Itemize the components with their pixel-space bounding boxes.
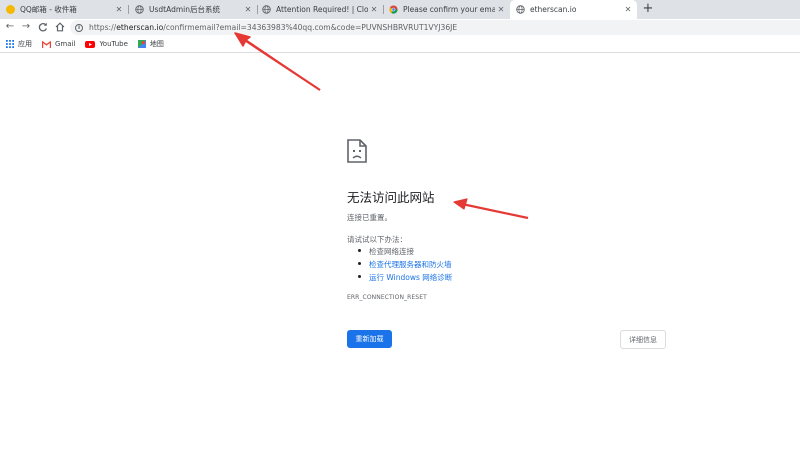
globe-icon [262,5,271,14]
url-host: etherscan.io [116,23,164,32]
back-button[interactable]: ← [3,20,17,34]
close-icon[interactable]: ✕ [113,5,125,14]
suggestion-check-proxy-link[interactable]: 检查代理服务器和防火墙 [358,259,452,270]
close-icon[interactable]: ✕ [495,5,507,14]
annotation-arrows [234,32,529,220]
sad-page-icon [347,139,367,163]
bookmark-label: 应用 [18,40,32,48]
details-button[interactable]: 详细信息 [620,330,666,349]
tab-cloudflare[interactable]: Attention Required! | Cloudflare ✕ [256,0,383,19]
forward-button[interactable]: → [19,20,33,34]
address-bar[interactable]: i https://etherscan.io/confirmemail?emai… [70,20,800,35]
close-icon[interactable]: ✕ [242,5,254,14]
bullet [358,275,361,278]
error-code: ERR_CONNECTION_RESET [347,294,427,301]
info-icon[interactable]: i [75,23,83,32]
suggestion-text[interactable]: 运行 Windows 网络诊断 [369,273,452,282]
suggestion-text: 检查网络连接 [369,247,414,256]
reload-icon[interactable] [36,20,50,34]
apps-grid-icon [6,40,14,48]
tab-title: Please confirm your email [Ether [403,5,495,14]
url-path: /confirmemail?email=34363983%40qq.com&co… [163,23,458,32]
suggestion-text[interactable]: 检查代理服务器和防火墙 [369,260,452,269]
suggestion-windows-diagnostics-link[interactable]: 运行 Windows 网络诊断 [358,272,452,283]
tab-etherscan[interactable]: etherscan.io ✕ [510,0,637,19]
home-icon[interactable] [53,20,67,34]
bookmark-youtube[interactable]: YouTube [85,40,128,48]
gmail-icon [42,40,51,48]
tab-usdtadmin[interactable]: UsdtAdmin后台系统 ✕ [129,0,257,19]
url-scheme: https:// [89,23,117,32]
tab-title: etherscan.io [530,5,577,14]
tab-confirm-email[interactable]: Please confirm your email [Ether ✕ [383,0,510,19]
globe-icon [516,5,525,14]
close-icon[interactable]: ✕ [368,5,380,14]
bullet [358,249,361,252]
annotation-arrow-title [453,198,529,220]
bookmark-maps[interactable]: 地图 [137,39,164,49]
error-subtitle: 连接已重置。 [347,213,392,222]
bookmark-label: Gmail [55,40,76,48]
youtube-icon [85,40,96,48]
bookmark-label: YouTube [99,40,128,48]
try-label: 请试试以下办法： [347,235,407,244]
qq-mail-icon [6,5,15,14]
bookmark-apps[interactable]: 应用 [6,39,32,49]
maps-icon [137,40,146,48]
tab-strip: QQ邮箱 - 收件箱 ✕ UsdtAdmin后台系统 ✕ Attention R… [0,0,800,19]
chrome-icon [389,5,398,14]
globe-icon [135,5,144,14]
tab-title: QQ邮箱 - 收件箱 [20,5,77,14]
new-tab-button[interactable]: + [641,1,655,16]
reload-button[interactable]: 重新加载 [347,330,392,348]
close-icon[interactable]: ✕ [622,5,634,14]
tab-title: Attention Required! | Cloudflare [276,5,368,14]
tab-qq-mail[interactable]: QQ邮箱 - 收件箱 ✕ [0,0,128,19]
tab-title: UsdtAdmin后台系统 [149,5,221,14]
toolbar: ← → i https://etherscan.io/confirmemail?… [0,19,800,36]
bookmark-gmail[interactable]: Gmail [42,40,75,48]
bullet [358,262,361,265]
error-title: 无法访问此网站 [347,190,435,205]
bookmark-label: 地图 [149,40,164,48]
suggestion-check-network: 检查网络连接 [358,246,414,257]
bookmarks-bar: 应用 Gmail YouTube 地图 [0,36,800,53]
